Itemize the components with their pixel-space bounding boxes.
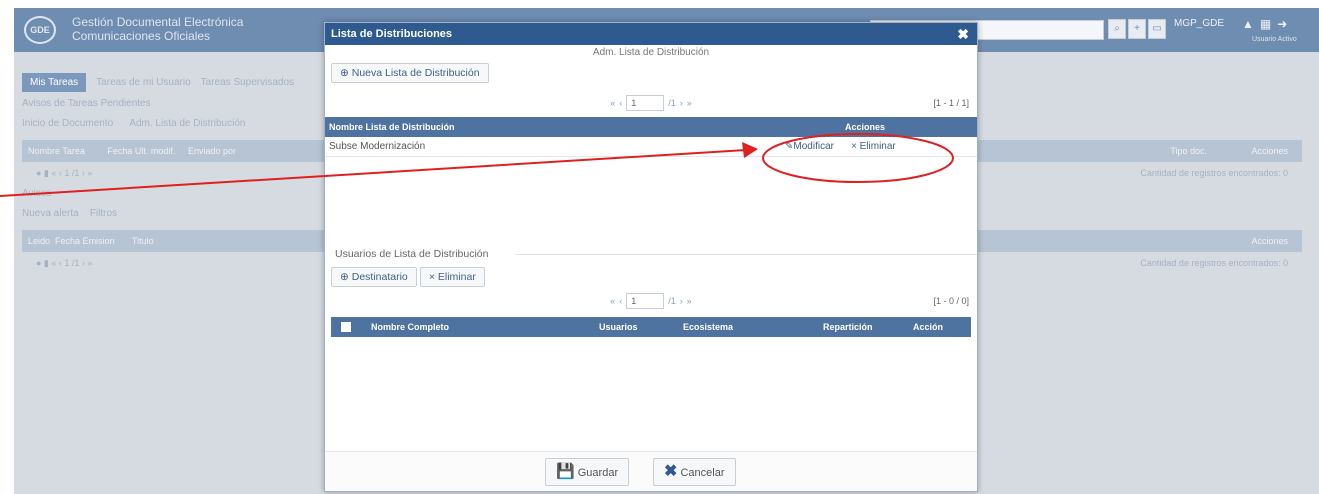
delete-recipient-label: Eliminar xyxy=(437,271,476,283)
page-total: /1 xyxy=(668,296,676,306)
gde-logo: GDE xyxy=(24,16,56,44)
user-icon[interactable]: ▲ xyxy=(1242,17,1260,31)
bg-col: Fecha Emision xyxy=(55,236,115,246)
lists-pager: « ‹ 1 /1 › » [1 - 1 / 1] xyxy=(325,93,977,113)
bg-col: Enviado por xyxy=(187,146,236,156)
bg-col: Acciones xyxy=(1251,146,1288,156)
modify-action[interactable]: ✎Modificar xyxy=(785,137,834,157)
record-count: [1 - 1 / 1] xyxy=(933,98,969,108)
admin-list-link[interactable]: Adm. Lista de Distribución xyxy=(129,118,245,129)
tab-tareas-usuario[interactable]: Tareas de mi Usuario xyxy=(96,77,190,88)
prev-page-icon[interactable]: ‹ xyxy=(619,296,622,306)
bg-col: Tipo doc. xyxy=(1170,146,1207,156)
bg-col: Acciones xyxy=(1251,236,1288,246)
tab-tareas-supervisados[interactable]: Tareas Supervisados xyxy=(201,77,294,88)
col-action: Acción xyxy=(913,322,944,332)
save-icon: 💾 xyxy=(556,463,575,480)
bg-col: Nombre Tarea xyxy=(28,146,85,156)
top-icon-group: ⌕ + ▭ xyxy=(1108,19,1166,39)
delete-recipient-button[interactable]: × Eliminar xyxy=(419,267,485,287)
bg-col: Leido xyxy=(28,236,51,246)
start-doc-link[interactable]: Inicio de Documento xyxy=(22,118,113,129)
add-recipient-button[interactable]: ⊕ Destinatario xyxy=(331,267,417,287)
users-actions: ⊕ Destinatario × Eliminar xyxy=(325,263,977,289)
add-recipient-label: Destinatario xyxy=(351,271,408,283)
col-department: Repartición xyxy=(823,322,873,332)
col-list-name: Nombre Lista de Distribución xyxy=(329,122,455,132)
page-total: /1 xyxy=(668,98,676,108)
page-input[interactable]: 1 xyxy=(626,293,665,309)
save-label: Guardar xyxy=(577,467,619,479)
delete-label: Eliminar xyxy=(859,141,896,152)
page-input[interactable]: 1 xyxy=(626,95,665,111)
plus-circle-icon: ⊕ xyxy=(340,67,349,79)
search-icon[interactable]: ⌕ xyxy=(1108,19,1126,39)
plus-circle-icon: ⊕ xyxy=(340,271,349,283)
dialog-footer: 💾 Guardar ✖ Cancelar xyxy=(325,451,977,491)
next-page-icon[interactable]: › xyxy=(680,296,683,306)
new-list-row: ⊕ Nueva Lista de Distribución xyxy=(325,61,977,89)
last-page-icon[interactable]: » xyxy=(687,296,692,306)
display-icon[interactable]: ▭ xyxy=(1148,19,1166,39)
bg-records: Cantidad de registros encontrados: 0 xyxy=(1140,258,1288,268)
lists-empty-area xyxy=(325,157,977,245)
col-users: Usuarios xyxy=(599,322,638,332)
tab-mis-tareas[interactable]: Mis Tareas xyxy=(22,72,87,92)
record-count: [1 - 0 / 0] xyxy=(933,296,969,306)
select-all-checkbox[interactable] xyxy=(341,322,351,332)
filters-link[interactable]: Filtros xyxy=(90,208,117,219)
user-subtitle: Usuario Activo xyxy=(1252,36,1297,43)
lists-table-header: Nombre Lista de Distribución Acciones xyxy=(325,117,977,137)
system-title: Gestión Documental Electrónica Comunicac… xyxy=(72,15,243,43)
list-name: Subse Modernización xyxy=(329,141,426,152)
col-actions: Acciones xyxy=(845,122,886,132)
col-full-name: Nombre Completo xyxy=(371,322,450,332)
users-section-legend: Usuarios de Lista de Distribución xyxy=(325,245,977,263)
new-list-button[interactable]: ⊕ Nueva Lista de Distribución xyxy=(331,63,489,83)
bg-col: Fecha Ult. modif. xyxy=(107,146,176,156)
prev-page-icon[interactable]: ‹ xyxy=(619,98,622,108)
user-icons: ▲▦➜ xyxy=(1242,17,1293,31)
cancel-button[interactable]: ✖ Cancelar xyxy=(653,458,736,486)
close-icon: × xyxy=(851,141,857,152)
delete-action[interactable]: × Eliminar xyxy=(851,137,896,157)
system-title-line1: Gestión Documental Electrónica xyxy=(72,15,244,29)
dialog-title-bar: Lista de Distribuciones ✖ xyxy=(325,23,977,45)
bg-records: Cantidad de registros encontrados: 0 xyxy=(1140,168,1288,178)
distribution-list-dialog: Lista de Distribuciones ✖ Adm. Lista de … xyxy=(324,22,978,492)
col-ecosystem: Ecosistema xyxy=(683,322,734,332)
users-pager: « ‹ 1 /1 › » [1 - 0 / 0] xyxy=(325,291,977,311)
system-title-line2: Comunicaciones Oficiales xyxy=(72,29,211,43)
bg-col: Titulo xyxy=(131,236,154,246)
last-page-icon[interactable]: » xyxy=(687,98,692,108)
grid-icon[interactable]: ▦ xyxy=(1260,17,1277,31)
cancel-x-icon: ✖ xyxy=(664,463,678,480)
dialog-title: Lista de Distribuciones xyxy=(331,28,453,40)
table-row: Subse Modernización ✎Modificar × Elimina… xyxy=(325,137,977,157)
new-list-label: Nueva Lista de Distribución xyxy=(351,67,480,79)
first-page-icon[interactable]: « xyxy=(610,98,615,108)
users-table-header: Nombre Completo Usuarios Ecosistema Repa… xyxy=(331,317,971,337)
modify-label: Modificar xyxy=(793,141,834,152)
dialog-subtitle: Adm. Lista de Distribución xyxy=(592,47,710,58)
plus-icon[interactable]: + xyxy=(1128,19,1146,39)
save-button[interactable]: 💾 Guardar xyxy=(545,458,630,486)
next-page-icon[interactable]: › xyxy=(680,98,683,108)
logout-icon[interactable]: ➜ xyxy=(1277,17,1293,31)
new-alert-link[interactable]: Nueva alerta xyxy=(22,208,79,219)
user-name[interactable]: MGP_GDE xyxy=(1174,18,1224,29)
cancel-label: Cancelar xyxy=(680,467,725,479)
close-icon[interactable]: ✖ xyxy=(957,23,969,45)
first-page-icon[interactable]: « xyxy=(610,296,615,306)
close-icon: × xyxy=(428,271,435,283)
